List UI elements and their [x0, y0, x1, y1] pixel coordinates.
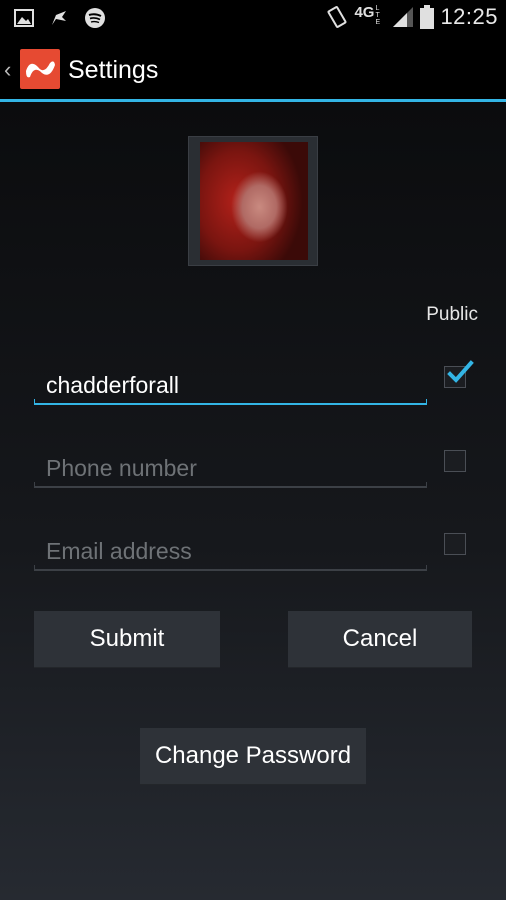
email-field[interactable]: Email address — [34, 531, 427, 571]
page-title: Settings — [68, 56, 159, 84]
field-edge — [34, 399, 35, 405]
clock: 12:25 — [440, 4, 498, 29]
app-logo[interactable] — [20, 49, 60, 89]
submit-button[interactable]: Submit — [34, 611, 220, 668]
notification-flag-icon — [52, 11, 66, 25]
email-public-checkbox[interactable] — [444, 533, 466, 555]
action-bar: ‹ Settings — [0, 36, 506, 100]
cancel-button[interactable]: Cancel — [288, 611, 472, 668]
checkmark-icon — [447, 360, 474, 383]
phone-placeholder: Phone number — [46, 455, 197, 481]
username-field[interactable]: chadderforall — [34, 365, 427, 405]
settings-content: Public chadderforall Phone number Email … — [0, 102, 506, 900]
field-underline — [34, 569, 427, 571]
avatar-frame[interactable] — [188, 136, 318, 266]
field-edge — [34, 482, 35, 488]
phone-field[interactable]: Phone number — [34, 448, 427, 488]
rotation-icon — [327, 6, 347, 28]
app-logo-icon — [26, 61, 55, 78]
status-bar: 4G LTE 12:25 — [0, 0, 506, 36]
field-edge — [426, 399, 427, 405]
gallery-icon — [14, 9, 34, 27]
username-value: chadderforall — [46, 372, 179, 398]
username-public-checkbox[interactable] — [444, 360, 474, 388]
spotify-icon — [85, 8, 105, 28]
field-edge — [426, 482, 427, 488]
signal-icon — [393, 7, 414, 27]
public-label: Public — [426, 304, 478, 325]
network-type: 4G — [354, 4, 375, 21]
battery-icon — [420, 5, 435, 29]
email-placeholder: Email address — [46, 538, 192, 564]
back-caret-icon[interactable]: ‹ — [4, 57, 11, 83]
phone-public-checkbox[interactable] — [444, 450, 466, 472]
field-underline — [34, 486, 427, 488]
lte-badge: LTE — [375, 5, 381, 26]
lte-icon: 4G LTE — [354, 4, 386, 30]
avatar — [200, 142, 308, 260]
field-edge — [34, 565, 35, 571]
field-underline — [34, 403, 427, 405]
change-password-button[interactable]: Change Password — [140, 728, 366, 785]
field-edge — [426, 565, 427, 571]
